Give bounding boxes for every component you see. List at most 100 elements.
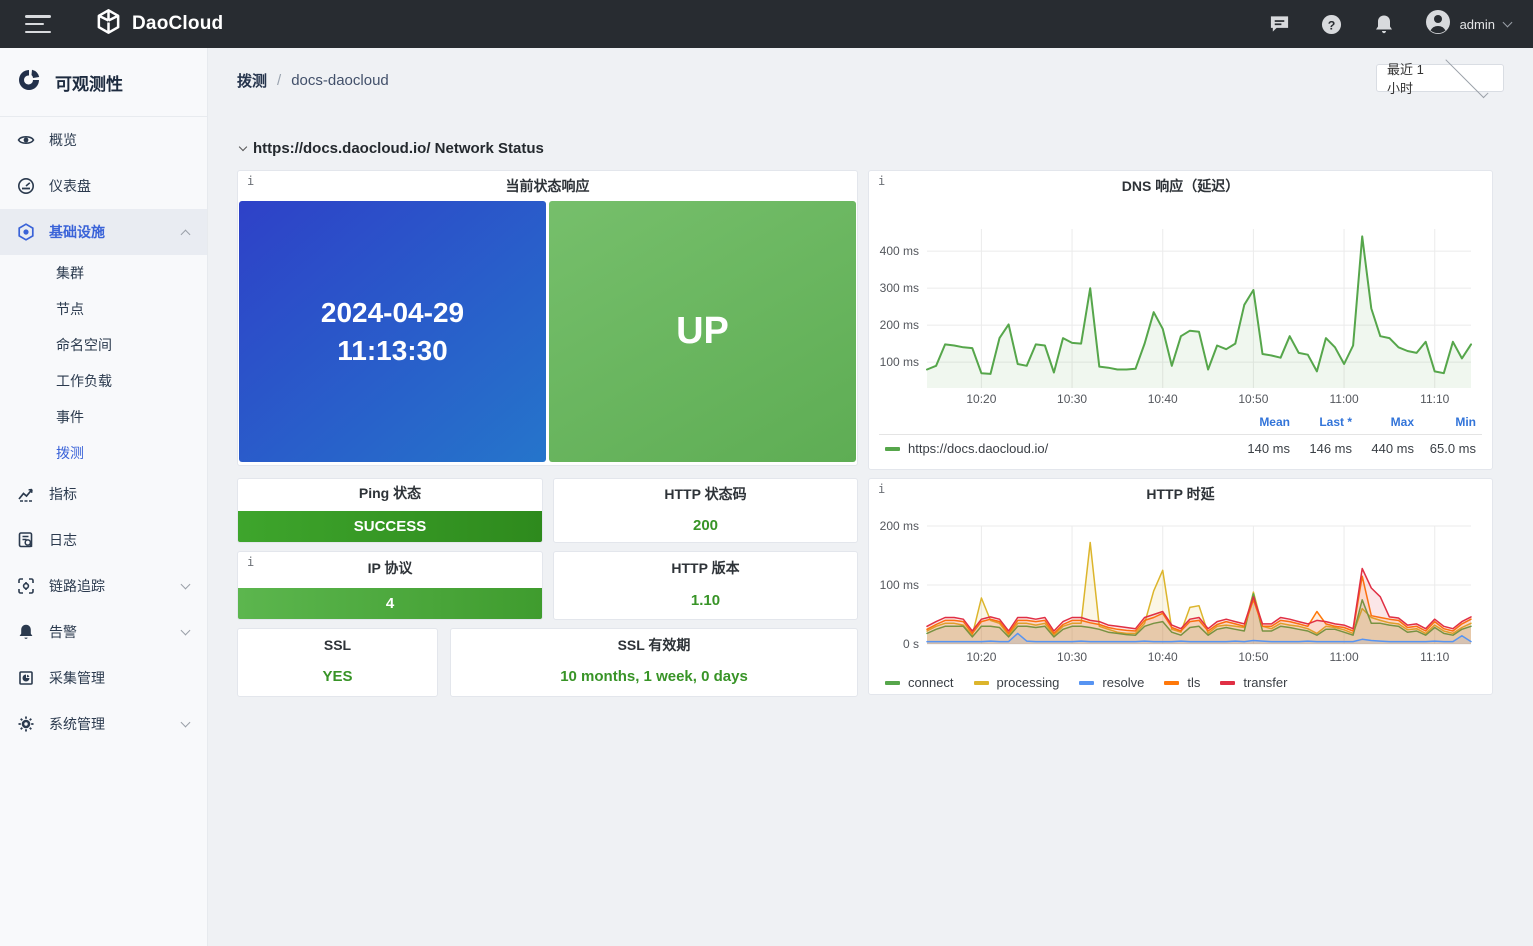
svg-text:200 ms: 200 ms bbox=[880, 519, 919, 533]
svg-text:300 ms: 300 ms bbox=[880, 281, 919, 295]
panel-title[interactable]: SSL bbox=[238, 629, 437, 661]
stat-max-value: 440 ms bbox=[1352, 441, 1414, 456]
sidebar-item-label: 仪表盘 bbox=[49, 176, 91, 196]
panel-title[interactable]: HTTP 版本 bbox=[554, 552, 857, 584]
series-swatch bbox=[974, 681, 989, 685]
daocloud-logo-icon bbox=[95, 8, 122, 40]
sidebar: 可观测性 概览 仪表盘 基础设施 集群 节点 命名空间 工作负载 事件 拨测 指… bbox=[0, 48, 208, 946]
legend-item-connect[interactable]: connect bbox=[885, 675, 954, 690]
sidebar-item-collection[interactable]: 采集管理 bbox=[0, 655, 207, 701]
panel-ping-status: Ping 状态 SUCCESS bbox=[237, 478, 543, 543]
chevron-down-icon bbox=[181, 718, 191, 728]
sidebar-subitem-nodes[interactable]: 节点 bbox=[0, 291, 207, 327]
sidebar-item-dashboards[interactable]: 仪表盘 bbox=[0, 163, 207, 209]
panel-title[interactable]: DNS 响应（延迟） bbox=[869, 171, 1492, 201]
legend-item-resolve[interactable]: resolve bbox=[1079, 675, 1144, 690]
panel-title[interactable]: Ping 状态 bbox=[238, 479, 542, 507]
section-header[interactable]: https://docs.daocloud.io/ Network Status bbox=[240, 140, 544, 157]
http-legend: connect processing resolve tls bbox=[869, 669, 1492, 690]
ssl-value: YES bbox=[238, 668, 437, 685]
svg-text:?: ? bbox=[1328, 18, 1336, 32]
stat-min-link[interactable]: Min bbox=[1414, 415, 1476, 429]
sidebar-subitem-clusters[interactable]: 集群 bbox=[0, 255, 207, 291]
ip-protocol-bar: 4 bbox=[238, 588, 542, 619]
http-code-value: 200 bbox=[554, 517, 857, 534]
help-icon[interactable]: ? bbox=[1321, 13, 1343, 35]
sidebar-item-infrastructure[interactable]: 基础设施 bbox=[0, 209, 207, 255]
time-range-select[interactable]: 最近 1 小时 bbox=[1376, 64, 1504, 92]
sidebar-item-logs[interactable]: 日志 bbox=[0, 517, 207, 563]
sidebar-item-label: 指标 bbox=[49, 484, 77, 504]
panel-title[interactable]: IP 协议 bbox=[238, 552, 542, 583]
legend-item-processing[interactable]: processing bbox=[974, 675, 1060, 690]
collapse-caret-icon bbox=[239, 142, 247, 150]
sidebar-item-tracing[interactable]: 链路追踪 bbox=[0, 563, 207, 609]
panel-title[interactable]: HTTP 状态码 bbox=[554, 479, 857, 509]
hamburger-menu-icon[interactable] bbox=[25, 15, 51, 33]
svg-text:10:50: 10:50 bbox=[1238, 392, 1268, 406]
svg-text:10:20: 10:20 bbox=[966, 650, 996, 664]
svg-text:100 ms: 100 ms bbox=[880, 355, 919, 369]
feedback-icon[interactable] bbox=[1269, 13, 1291, 35]
stat-max-link[interactable]: Max bbox=[1352, 415, 1414, 429]
sidebar-subitem-namespaces[interactable]: 命名空间 bbox=[0, 327, 207, 363]
bell-icon bbox=[17, 623, 35, 641]
info-icon[interactable]: i bbox=[878, 482, 885, 496]
series-swatch bbox=[885, 447, 900, 451]
legend-item-transfer[interactable]: transfer bbox=[1220, 675, 1287, 690]
http-version-value: 1.10 bbox=[554, 592, 857, 609]
username: admin bbox=[1460, 17, 1495, 32]
stat-mean-link[interactable]: Mean bbox=[1228, 415, 1290, 429]
chevron-up-icon bbox=[181, 229, 191, 239]
chevron-down-icon bbox=[181, 580, 191, 590]
sidebar-item-alerts[interactable]: 告警 bbox=[0, 609, 207, 655]
stat-last-value: 146 ms bbox=[1290, 441, 1352, 456]
panel-current-status: i 当前状态响应 2024-04-29 11:13:30 UP bbox=[237, 170, 858, 466]
info-icon[interactable]: i bbox=[878, 174, 885, 188]
sidebar-item-overview[interactable]: 概览 bbox=[0, 117, 207, 163]
timestamp-tile: 2024-04-29 11:13:30 bbox=[239, 201, 546, 462]
breadcrumb: 拨测 / docs-daocloud bbox=[237, 70, 389, 91]
dns-stats-headers: Mean Last * Max Min bbox=[869, 413, 1492, 431]
panel-title[interactable]: 当前状态响应 bbox=[238, 171, 857, 201]
sidebar-item-label: 系统管理 bbox=[49, 714, 105, 734]
svg-text:10:20: 10:20 bbox=[966, 392, 996, 406]
chevron-down-icon bbox=[1503, 18, 1513, 28]
panel-title[interactable]: HTTP 时延 bbox=[869, 479, 1492, 509]
svg-text:0 s: 0 s bbox=[903, 637, 919, 651]
svg-text:10:40: 10:40 bbox=[1148, 392, 1178, 406]
info-icon[interactable]: i bbox=[247, 555, 254, 569]
series-swatch bbox=[885, 681, 900, 685]
legend-item-tls[interactable]: tls bbox=[1164, 675, 1200, 690]
sidebar-subitem-events[interactable]: 事件 bbox=[0, 399, 207, 435]
panel-title[interactable]: SSL 有效期 bbox=[451, 629, 857, 661]
main-content: 拨测 / docs-daocloud 最近 1 小时 https://docs.… bbox=[208, 48, 1533, 946]
product-header[interactable]: 可观测性 bbox=[0, 48, 207, 117]
panel-ssl-expiry: SSL 有效期 10 months, 1 week, 0 days bbox=[450, 628, 858, 697]
stat-last-link[interactable]: Last * bbox=[1290, 415, 1352, 429]
product-title: 可观测性 bbox=[55, 70, 123, 95]
dns-latency-chart[interactable]: 10:2010:3010:4010:5011:0011:10100 ms200 … bbox=[869, 201, 1492, 413]
series-swatch bbox=[1220, 681, 1235, 685]
user-menu[interactable]: admin bbox=[1425, 9, 1511, 40]
log-search-icon bbox=[17, 531, 35, 549]
panel-http-status-code: HTTP 状态码 200 bbox=[553, 478, 858, 543]
breadcrumb-probes[interactable]: 拨测 bbox=[237, 70, 267, 91]
sidebar-item-system[interactable]: 系统管理 bbox=[0, 701, 207, 747]
gauge-icon bbox=[17, 177, 35, 195]
sidebar-item-label: 告警 bbox=[49, 622, 77, 642]
sidebar-subitem-probes[interactable]: 拨测 bbox=[0, 435, 207, 471]
http-latency-chart[interactable]: 10:2010:3010:4010:5011:0011:100 s100 ms2… bbox=[869, 509, 1492, 669]
svg-text:11:10: 11:10 bbox=[1420, 392, 1449, 406]
series-name[interactable]: https://docs.daocloud.io/ bbox=[908, 441, 1228, 456]
chevron-down-icon bbox=[1445, 55, 1488, 98]
sidebar-item-metrics[interactable]: 指标 bbox=[0, 471, 207, 517]
sidebar-subitem-workloads[interactable]: 工作负载 bbox=[0, 363, 207, 399]
brand[interactable]: DaoCloud bbox=[95, 8, 223, 40]
stat-mean-value: 140 ms bbox=[1228, 441, 1290, 456]
svg-text:100 ms: 100 ms bbox=[880, 578, 919, 592]
svg-text:400 ms: 400 ms bbox=[880, 244, 919, 258]
notifications-bell-icon[interactable] bbox=[1373, 13, 1395, 35]
stat-min-value: 65.0 ms bbox=[1414, 441, 1476, 456]
info-icon[interactable]: i bbox=[247, 174, 254, 188]
